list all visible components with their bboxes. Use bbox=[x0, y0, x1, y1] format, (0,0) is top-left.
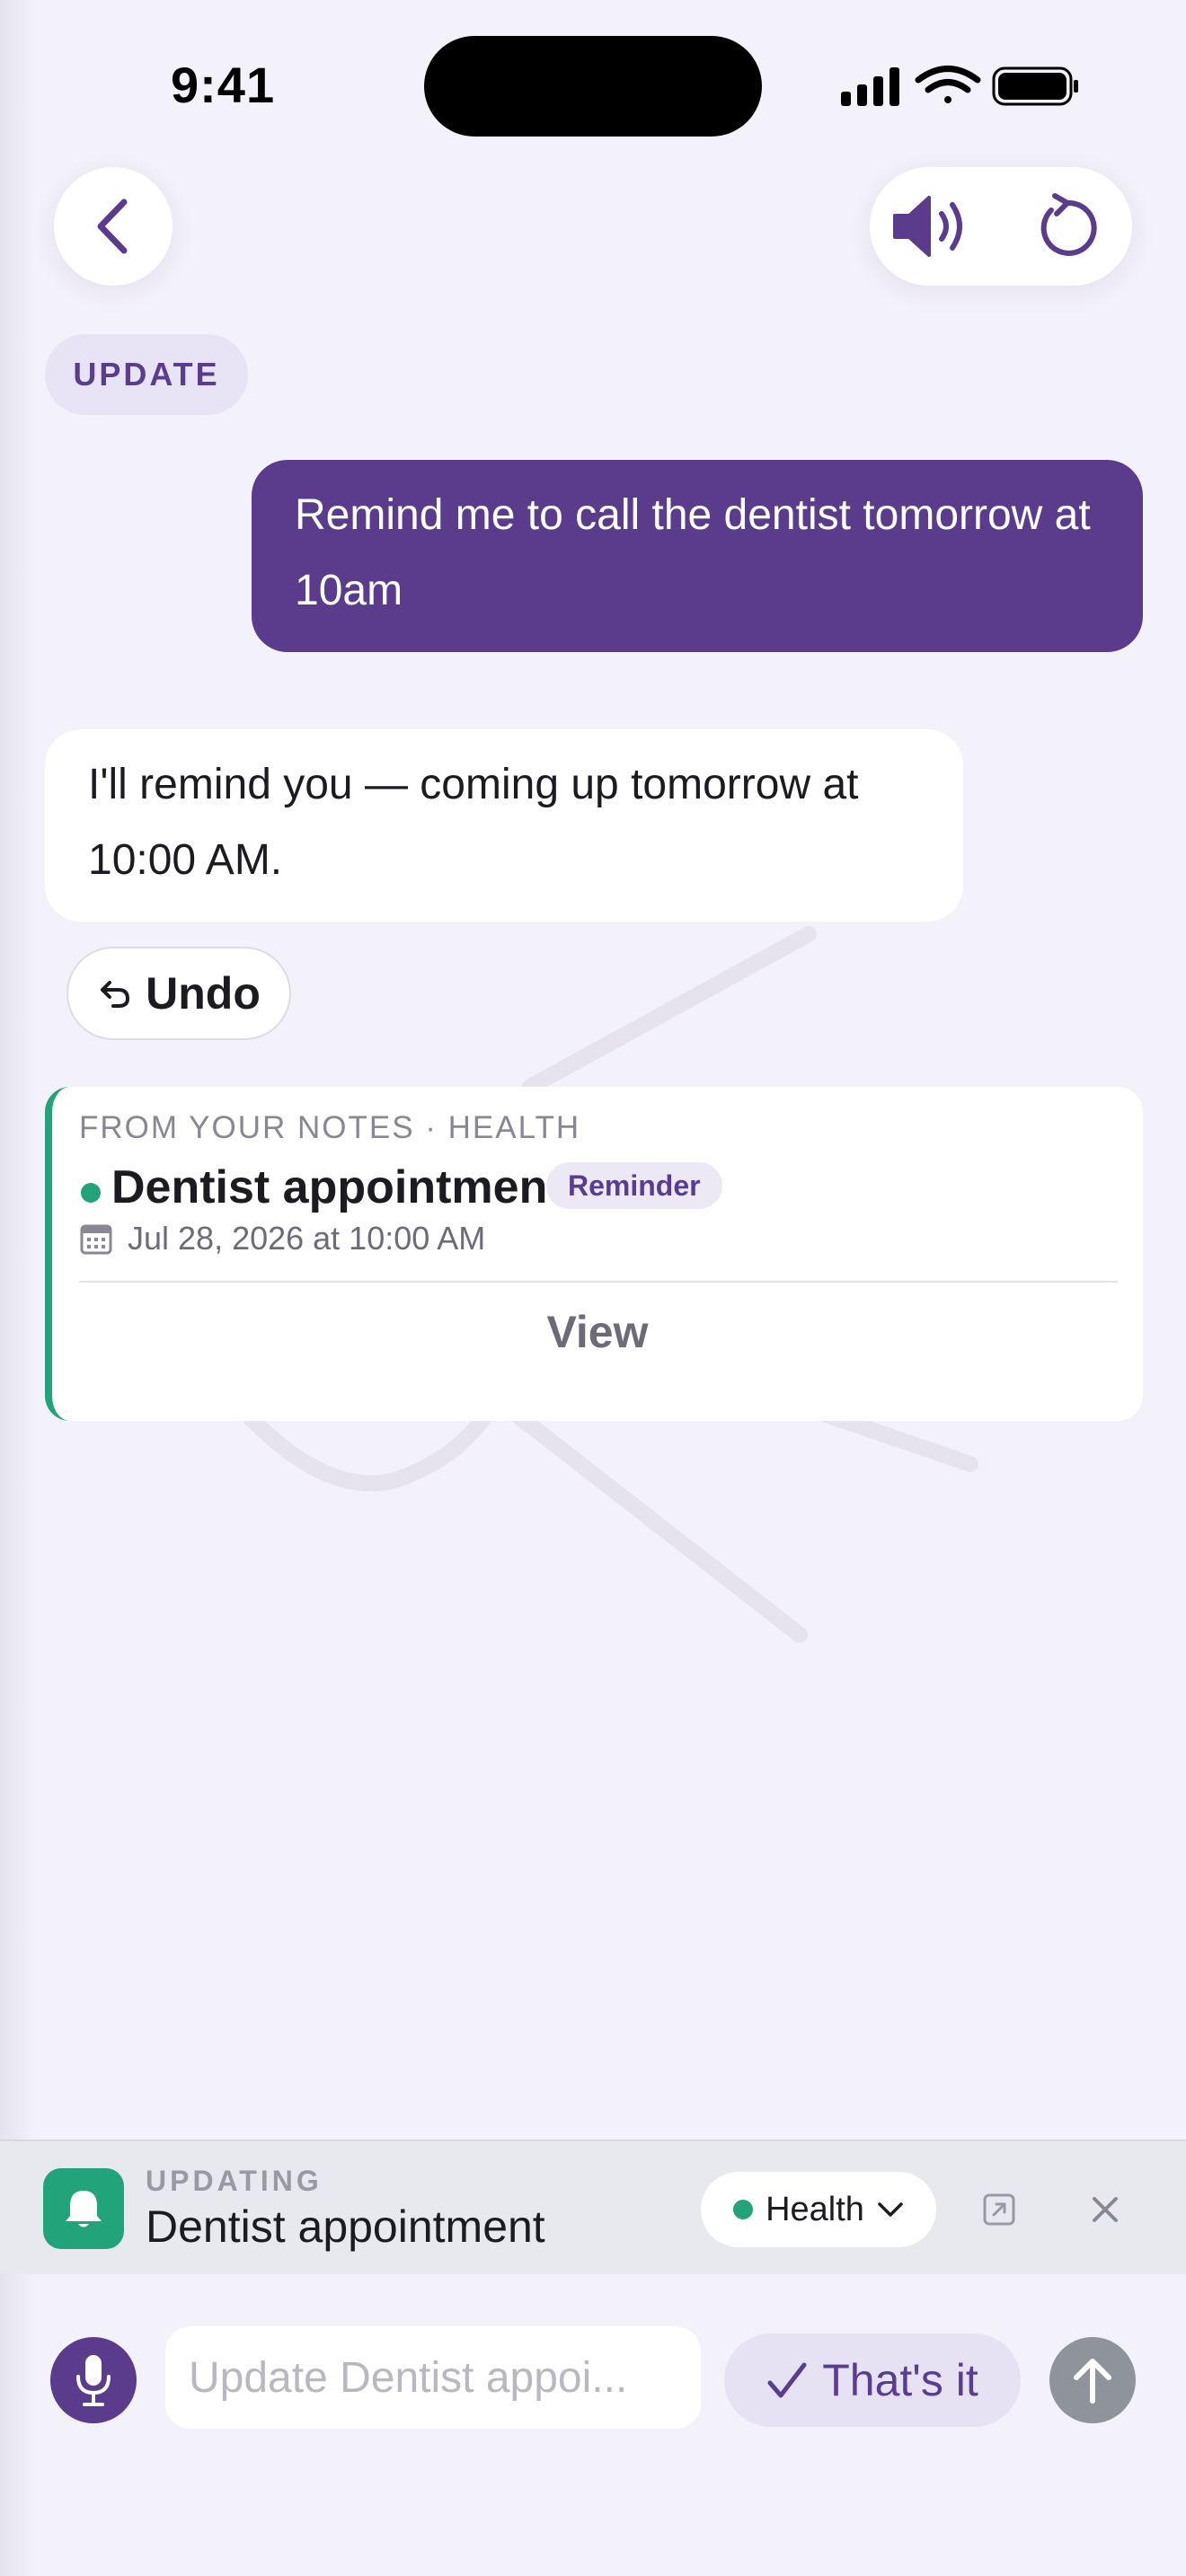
note-tag: Reminder bbox=[546, 1162, 722, 1209]
undo-arrow-icon bbox=[101, 981, 130, 1008]
status-time: 9:41 bbox=[171, 57, 276, 113]
note-date: Jul 28, 2026 at 10:00 AM bbox=[128, 1220, 486, 1257]
battery-icon bbox=[992, 66, 1078, 106]
audio-controls bbox=[870, 167, 1132, 286]
send-button[interactable] bbox=[1049, 2337, 1136, 2423]
bell-badge bbox=[43, 2168, 124, 2249]
mode-chip: UPDATE bbox=[45, 334, 248, 415]
chevron-down-icon bbox=[878, 2202, 903, 2217]
updating-bar: UPDATING Dentist appointment Health bbox=[0, 2139, 1186, 2274]
message-input[interactable] bbox=[165, 2326, 701, 2429]
view-button[interactable]: View bbox=[52, 1306, 1143, 1358]
category-dot bbox=[733, 2200, 754, 2219]
updating-label: UPDATING bbox=[146, 2165, 323, 2197]
cellular-signal-icon bbox=[841, 67, 899, 106]
assistant-message: I'll remind you — coming up tomorrow at … bbox=[45, 729, 963, 922]
note-title: Dentist appointment bbox=[111, 1161, 563, 1213]
undo-button[interactable]: Undo bbox=[66, 947, 291, 1040]
dynamic-island bbox=[424, 36, 762, 137]
speaker-icon[interactable] bbox=[891, 190, 972, 262]
thats-it-label: That's it bbox=[822, 2355, 978, 2405]
card-divider bbox=[79, 1281, 1118, 1283]
status-dot bbox=[81, 1183, 101, 1203]
category-dropdown[interactable]: Health bbox=[701, 2172, 936, 2247]
note-source: FROM YOUR NOTES · HEALTH bbox=[79, 1110, 581, 1145]
status-icons bbox=[841, 66, 1078, 106]
thats-it-button[interactable]: That's it bbox=[724, 2333, 1021, 2427]
bell-icon bbox=[66, 2191, 102, 2228]
close-icon[interactable] bbox=[1087, 2192, 1123, 2228]
user-message: Remind me to call the dentist tomorrow a… bbox=[252, 460, 1143, 652]
updating-title: Dentist appointment bbox=[146, 2201, 545, 2252]
back-chevron-icon bbox=[97, 198, 128, 254]
refresh-icon[interactable] bbox=[1031, 190, 1103, 262]
note-card[interactable]: FROM YOUR NOTES · HEALTH Dentist appoint… bbox=[45, 1087, 1143, 1421]
back-button[interactable] bbox=[54, 167, 173, 286]
checkmark-icon bbox=[767, 2362, 807, 2398]
category-label: Health bbox=[766, 2190, 864, 2228]
calendar-icon bbox=[80, 1224, 112, 1255]
microphone-icon bbox=[76, 2355, 111, 2406]
wifi-icon bbox=[915, 66, 981, 103]
undo-label: Undo bbox=[146, 968, 261, 1019]
microphone-button[interactable] bbox=[50, 2337, 137, 2423]
open-external-icon[interactable] bbox=[981, 2192, 1017, 2228]
arrow-up-icon bbox=[1074, 2359, 1111, 2404]
